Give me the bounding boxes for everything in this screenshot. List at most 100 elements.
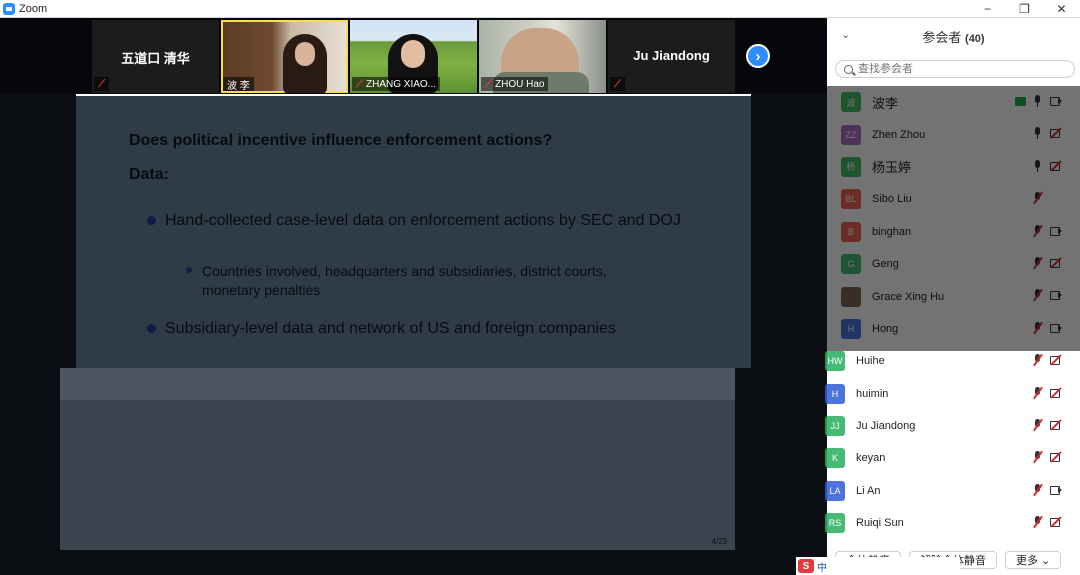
participant-search[interactable] [835, 60, 1075, 78]
participant-row[interactable]: Hhuimin [825, 378, 1080, 410]
minimize-button[interactable]: − [969, 0, 1006, 18]
participant-name: keyan [856, 452, 886, 465]
mic-muted-icon[interactable] [1032, 516, 1044, 528]
participant-name: Sibo Liu [872, 193, 912, 206]
avatar: HW [825, 351, 845, 372]
slide-bullet: Hand-collected case-level data on enforc… [147, 210, 685, 231]
shared-screen-band [60, 368, 735, 400]
camera-off-icon[interactable] [1050, 516, 1062, 528]
participant-face [401, 40, 425, 68]
slide-bullet: Subsidiary-level data and network of US … [147, 318, 725, 339]
sogou-ime-icon[interactable]: S [798, 559, 814, 573]
meeting-stage: 五道口 清华 ⟋ 波 李 ⟋ ZHANG XIAO... ⟋ ZHOU Hao Ju Jian… [0, 18, 827, 575]
camera-off-icon[interactable] [1050, 354, 1062, 366]
tile-center-name: Ju Jiandong [633, 48, 710, 63]
participant-status-icons [1032, 224, 1062, 237]
participant-row[interactable]: Bbinghan [827, 216, 1080, 248]
close-button[interactable]: ✕ [1043, 0, 1080, 18]
tile-center-name: 五道口 清华 [121, 51, 190, 66]
participant-status-icons [1032, 483, 1062, 496]
participant-face [295, 42, 315, 66]
mic-muted-icon[interactable] [1032, 354, 1044, 366]
window-title: Zoom [19, 2, 48, 15]
participant-row[interactable]: ZZ Zhen Zhou [827, 118, 1080, 150]
participant-status-icons [1032, 418, 1062, 431]
camera-icon[interactable] [1050, 95, 1062, 107]
next-tiles-button[interactable]: › [746, 44, 770, 68]
mic-muted-icon[interactable] [1032, 386, 1044, 399]
slide-subbullet: Countries involved, headquarters and sub… [186, 262, 662, 300]
avatar: B [841, 221, 861, 242]
video-tile[interactable]: ⟋ ZHOU Hao [479, 20, 606, 93]
participant-list: 波波李 ZZ Zhen Zhou 杨杨玉婷 BL Sibo Liu Bbinghan G Gen… [825, 86, 1080, 539]
camera-icon[interactable] [1050, 225, 1062, 237]
participant-name: Ju Jiandong [856, 420, 916, 433]
video-tile[interactable]: 五道口 清华 ⟋ [92, 20, 219, 93]
camera-off-icon[interactable] [1050, 451, 1062, 463]
avatar: G [841, 254, 861, 275]
mic-muted-icon[interactable] [1032, 451, 1044, 463]
participant-row[interactable]: Grace Xing Hu [827, 280, 1080, 312]
participant-status-icons [1032, 321, 1062, 334]
video-tile[interactable]: ⟋ ZHANG XIAO... [350, 20, 477, 93]
mic-icon[interactable] [1032, 95, 1044, 107]
zoom-app-icon [3, 2, 15, 15]
mic-muted-icon[interactable] [1032, 483, 1044, 496]
camera-icon[interactable] [1050, 289, 1062, 301]
camera-off-icon[interactable] [1050, 419, 1062, 431]
participant-name: Huihe [856, 355, 885, 368]
participant-row[interactable]: H Hong [827, 313, 1080, 345]
slide-page-number: 4/23 [711, 537, 727, 546]
video-tiles: 五道口 清华 ⟋ 波 李 ⟋ ZHANG XIAO... ⟋ ZHOU Hao Ju Jian… [92, 20, 735, 93]
camera-icon[interactable] [1050, 322, 1062, 334]
ime-language-toggle[interactable]: 中 [817, 559, 827, 574]
mic-muted-icon[interactable] [1032, 224, 1044, 237]
camera-off-icon[interactable] [1050, 387, 1062, 399]
slide-bullet-text: Hand-collected case-level data on enforc… [165, 212, 681, 229]
participant-row[interactable]: 杨杨玉婷 [827, 151, 1080, 183]
mic-muted-icon[interactable] [1032, 321, 1044, 334]
mic-muted-icon: ⟋ [98, 78, 105, 90]
search-icon [844, 64, 853, 74]
participant-name: Grace Xing Hu [872, 290, 945, 303]
participant-row[interactable]: JJ Ju Jiandong [825, 410, 1080, 442]
tile-label: 波 李 [227, 80, 250, 92]
participant-row[interactable]: HW Huihe [825, 345, 1080, 377]
tile-label: ZHOU Hao [495, 78, 545, 90]
participant-row[interactable]: Kkeyan [825, 442, 1080, 474]
participant-row[interactable]: 波波李 [827, 86, 1080, 118]
more-button[interactable]: 更多 ⌄ [1005, 550, 1062, 569]
participant-status-icons [1032, 159, 1062, 172]
participant-search-input[interactable] [858, 63, 1058, 75]
mic-muted-icon[interactable] [1032, 256, 1044, 269]
participant-row[interactable]: LA Li An [825, 475, 1080, 507]
camera-off-icon[interactable] [1050, 160, 1062, 172]
camera-icon[interactable] [1050, 484, 1062, 496]
bullet-dot-icon [186, 267, 192, 273]
participant-status-icons [1032, 127, 1062, 140]
avatar: BL [841, 189, 861, 210]
mic-icon[interactable] [1032, 159, 1044, 172]
participant-row[interactable]: RS Ruiqi Sun [825, 507, 1080, 539]
participant-status-icons [1032, 386, 1062, 399]
participants-title-text: 参会者 [922, 30, 962, 45]
participant-row[interactable]: G Geng [827, 248, 1080, 280]
camera-off-icon[interactable] [1050, 257, 1062, 269]
video-tile[interactable]: Ju Jiandong ⟋ [608, 20, 735, 93]
participant-row[interactable]: BL Sibo Liu [827, 183, 1080, 215]
mic-muted-icon[interactable] [1032, 192, 1044, 204]
camera-off-icon[interactable] [1050, 127, 1062, 139]
tile-label: ZHANG XIAO... [366, 78, 437, 90]
maximize-button[interactable]: ❐ [1006, 0, 1043, 18]
avatar: K [825, 448, 845, 469]
mic-icon[interactable] [1032, 127, 1044, 140]
video-tile[interactable]: 波 李 [221, 20, 348, 93]
screen-share-icon [1015, 96, 1026, 106]
avatar [841, 286, 861, 307]
participant-status-icons [1032, 192, 1062, 204]
mic-muted-icon[interactable] [1032, 418, 1044, 431]
slide-data-heading: Data: [129, 166, 170, 183]
mic-muted-icon[interactable] [1032, 289, 1044, 301]
participant-status-icons [1032, 354, 1062, 366]
